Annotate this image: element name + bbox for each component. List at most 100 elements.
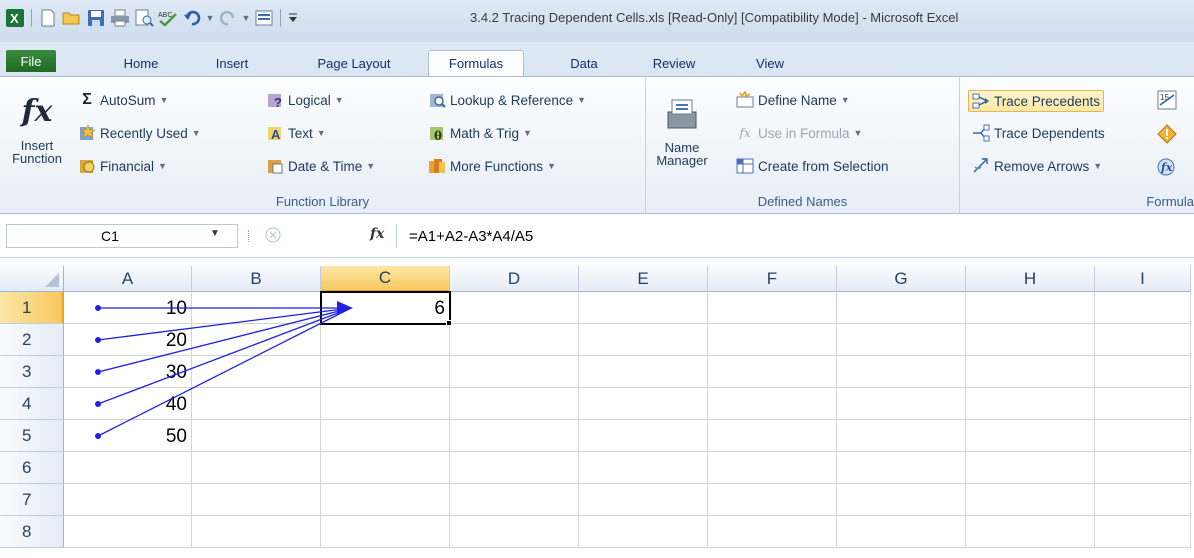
lookup-reference-button[interactable]: Lookup & Reference ▼: [428, 91, 586, 109]
cell-i5[interactable]: [1095, 420, 1191, 452]
cell-c7[interactable]: [321, 484, 450, 516]
cell-a2[interactable]: 20: [64, 324, 192, 356]
tab-home[interactable]: Home: [112, 50, 170, 76]
financial-button[interactable]: Financial ▼: [78, 157, 167, 175]
cell-f6[interactable]: [708, 452, 837, 484]
column-header-g[interactable]: G: [837, 266, 966, 292]
cell-h8[interactable]: [966, 516, 1095, 548]
formula-input[interactable]: =A1+A2-A3*A4/A5: [396, 224, 1194, 248]
cell-g1[interactable]: [837, 292, 966, 324]
fill-handle[interactable]: [446, 320, 452, 326]
cell-h6[interactable]: [966, 452, 1095, 484]
cell-h3[interactable]: [966, 356, 1095, 388]
cell-i2[interactable]: [1095, 324, 1191, 356]
cell-g3[interactable]: [837, 356, 966, 388]
trace-dependents-button[interactable]: Trace Dependents: [972, 124, 1105, 142]
cell-d1[interactable]: [450, 292, 579, 324]
cell-e5[interactable]: [579, 420, 708, 452]
cell-f5[interactable]: [708, 420, 837, 452]
remove-arrows-button[interactable]: Remove Arrows ▼: [972, 157, 1102, 175]
cell-i7[interactable]: [1095, 484, 1191, 516]
cell-i6[interactable]: [1095, 452, 1191, 484]
row-header-8[interactable]: 8: [0, 516, 64, 548]
cell-i3[interactable]: [1095, 356, 1191, 388]
row-header-3[interactable]: 3: [0, 356, 64, 388]
cell-b1[interactable]: [192, 292, 321, 324]
new-icon[interactable]: [37, 7, 59, 29]
cell-a4[interactable]: 40: [64, 388, 192, 420]
cell-e1[interactable]: [579, 292, 708, 324]
cell-h2[interactable]: [966, 324, 1095, 356]
cell-a6[interactable]: [64, 452, 192, 484]
define-name-button[interactable]: Define Name ▼: [736, 91, 850, 109]
row-header-7[interactable]: 7: [0, 484, 64, 516]
create-from-selection-button[interactable]: Create from Selection: [736, 157, 889, 175]
cell-a5[interactable]: 50: [64, 420, 192, 452]
cell-h1[interactable]: [966, 292, 1095, 324]
cell-g6[interactable]: [837, 452, 966, 484]
show-formulas-icon[interactable]: 15: [1156, 89, 1178, 114]
cell-e7[interactable]: [579, 484, 708, 516]
column-header-i[interactable]: I: [1095, 266, 1191, 292]
evaluate-formula-icon[interactable]: fx: [1156, 157, 1178, 182]
cell-f4[interactable]: [708, 388, 837, 420]
column-header-h[interactable]: H: [966, 266, 1095, 292]
cell-f7[interactable]: [708, 484, 837, 516]
customize-icon[interactable]: [286, 7, 300, 29]
autosum-button[interactable]: Σ AutoSum ▼: [78, 91, 168, 109]
cell-b7[interactable]: [192, 484, 321, 516]
date-time-button[interactable]: Date & Time ▼: [266, 157, 375, 175]
name-manager-button[interactable]: Name Manager: [654, 87, 710, 191]
cell-c3[interactable]: [321, 356, 450, 388]
name-box[interactable]: C1: [6, 224, 238, 248]
cell-d2[interactable]: [450, 324, 579, 356]
cell-h5[interactable]: [966, 420, 1095, 452]
logical-button[interactable]: ? Logical ▼: [266, 91, 344, 109]
text-button[interactable]: A Text ▼: [266, 124, 326, 142]
redo-icon[interactable]: [217, 7, 239, 29]
tab-insert[interactable]: Insert: [202, 50, 262, 76]
cell-g4[interactable]: [837, 388, 966, 420]
more-functions-button[interactable]: More Functions ▼: [428, 157, 556, 175]
spelling-icon[interactable]: ABC: [157, 7, 179, 29]
cell-f8[interactable]: [708, 516, 837, 548]
undo-dropdown-icon[interactable]: ▼: [205, 7, 215, 29]
cell-c4[interactable]: [321, 388, 450, 420]
cell-g2[interactable]: [837, 324, 966, 356]
cell-h7[interactable]: [966, 484, 1095, 516]
print-icon[interactable]: [109, 7, 131, 29]
cell-d3[interactable]: [450, 356, 579, 388]
formula-cancel-icon[interactable]: [264, 226, 282, 244]
cell-b5[interactable]: [192, 420, 321, 452]
select-all-corner[interactable]: [0, 266, 64, 292]
tab-page-layout[interactable]: Page Layout: [296, 50, 412, 76]
row-header-2[interactable]: 2: [0, 324, 64, 356]
cell-f2[interactable]: [708, 324, 837, 356]
column-header-c[interactable]: C: [321, 266, 450, 292]
recently-used-button[interactable]: Recently Used ▼: [78, 124, 201, 142]
cell-c8[interactable]: [321, 516, 450, 548]
cell-h4[interactable]: [966, 388, 1095, 420]
cell-b8[interactable]: [192, 516, 321, 548]
use-in-formula-button[interactable]: fx Use in Formula ▼: [736, 124, 862, 142]
tab-data[interactable]: Data: [556, 50, 612, 76]
save-icon[interactable]: [85, 7, 107, 29]
tab-review[interactable]: Review: [642, 50, 706, 76]
form-icon[interactable]: [253, 7, 275, 29]
cell-e8[interactable]: [579, 516, 708, 548]
error-checking-icon[interactable]: [1156, 123, 1178, 148]
redo-dropdown-icon[interactable]: ▼: [241, 7, 251, 29]
row-header-6[interactable]: 6: [0, 452, 64, 484]
row-header-5[interactable]: 5: [0, 420, 64, 452]
cell-d6[interactable]: [450, 452, 579, 484]
column-header-e[interactable]: E: [579, 266, 708, 292]
cell-b4[interactable]: [192, 388, 321, 420]
cell-g8[interactable]: [837, 516, 966, 548]
column-header-f[interactable]: F: [708, 266, 837, 292]
name-box-dropdown-icon[interactable]: ▼: [210, 228, 220, 239]
tab-formulas[interactable]: Formulas: [428, 50, 524, 76]
column-header-a[interactable]: A: [64, 266, 192, 292]
row-header-4[interactable]: 4: [0, 388, 64, 420]
open-icon[interactable]: [61, 7, 83, 29]
cell-d5[interactable]: [450, 420, 579, 452]
